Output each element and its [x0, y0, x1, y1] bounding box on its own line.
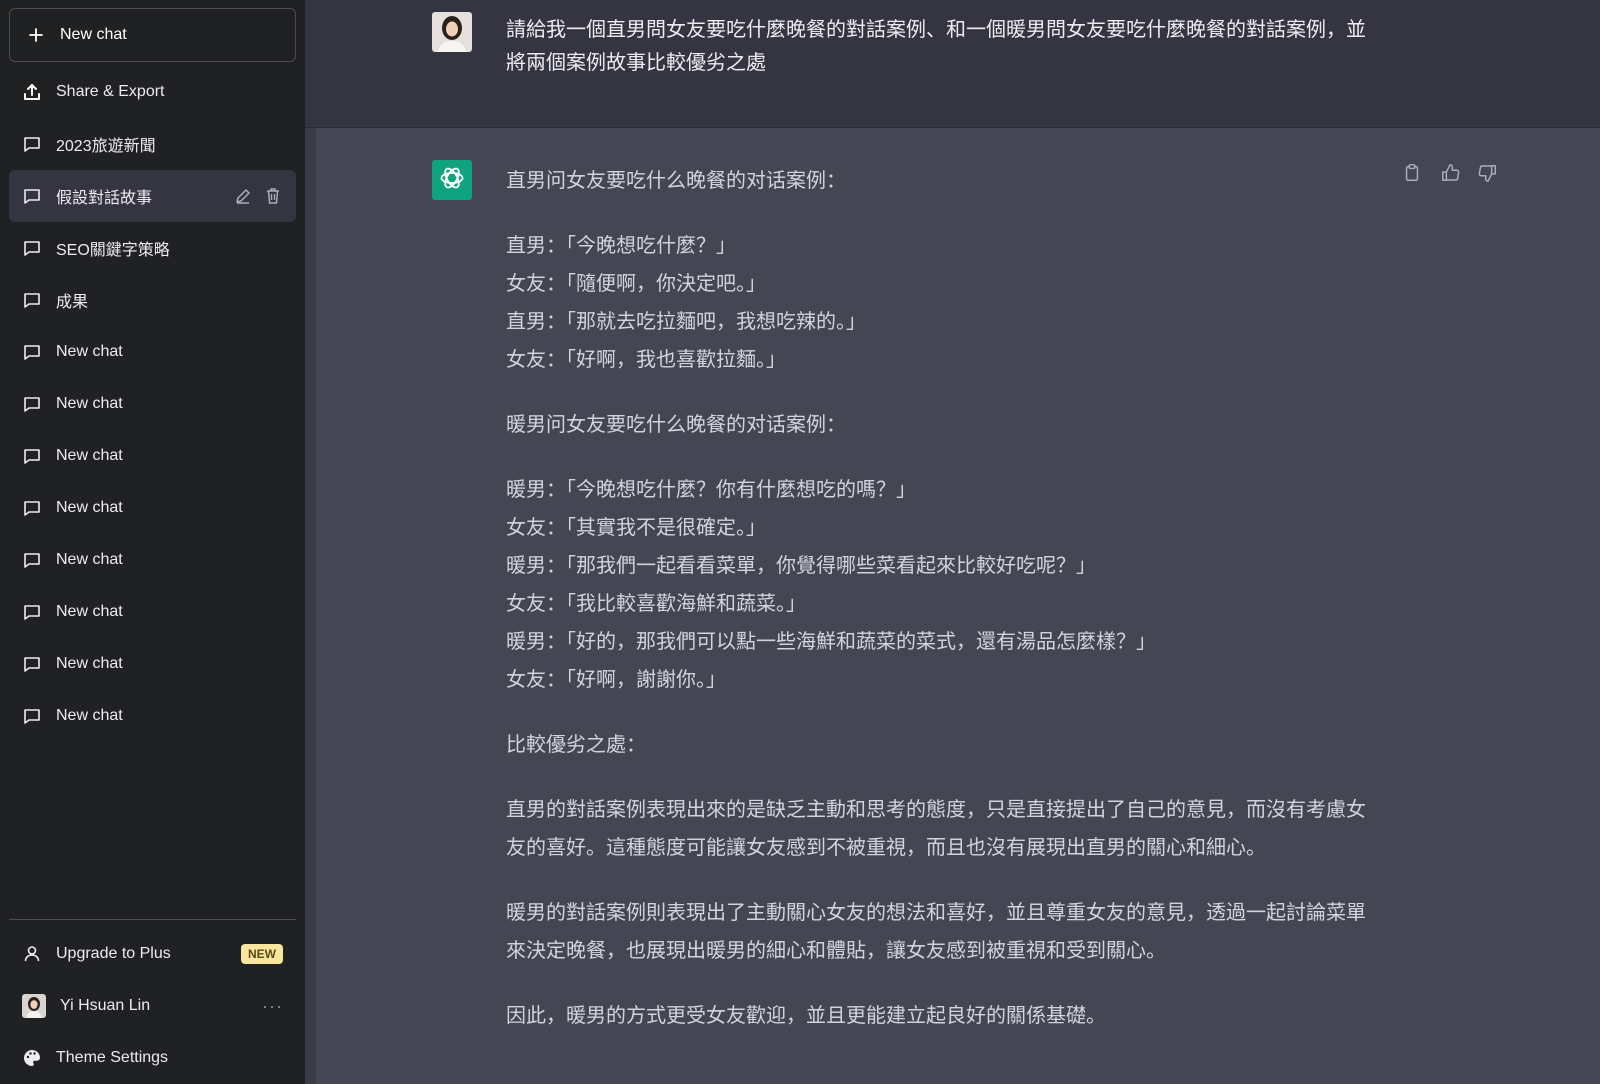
dialog-line: 暖男：「那我們一起看看菜單，你覺得哪些菜看起來比較好吃呢？」 [506, 555, 1096, 577]
sidebar-footer: Upgrade to Plus NEW Yi Hsuan Lin ··· The… [9, 919, 296, 1084]
chat-bubble-icon [22, 290, 42, 310]
sidebar-conversation-item[interactable]: New chat [9, 690, 296, 742]
heading-comparison: 比較優劣之處： [506, 734, 646, 756]
palette-icon [22, 1048, 42, 1068]
chat-bubble-icon [22, 654, 42, 674]
conversation-title: New chat [56, 395, 123, 412]
dialog-line: 女友：「其實我不是很確定。」 [506, 517, 766, 539]
thumbs-up-icon[interactable] [1440, 163, 1460, 183]
conversation-title: SEO關鍵字策略 [56, 242, 170, 259]
heading-straight-guy: 直男问女友要吃什么晚餐的对话案例： [506, 170, 846, 192]
more-icon[interactable]: ··· [262, 996, 283, 1017]
theme-settings-label: Theme Settings [56, 1049, 169, 1066]
chat-bubble-icon [22, 186, 42, 206]
assistant-message-text: 直男问女友要吃什么晚餐的对话案例： 直男：「今晚想吃什麼？」女友：「隨便啊，你決… [506, 162, 1376, 1035]
sidebar-conversation-item[interactable]: New chat [9, 482, 296, 534]
chat-bubble-icon [22, 602, 42, 622]
message-actions [1402, 163, 1498, 183]
chat-bubble-icon [22, 134, 42, 154]
sidebar-conversation-item[interactable]: 成果 [9, 274, 296, 326]
chat-bubble-icon [22, 394, 42, 414]
upgrade-label: Upgrade to Plus [56, 945, 171, 962]
conversation-list: 2023旅遊新聞 假設對話故事 SEO關鍵字策略 成果 New chat New chat… [9, 118, 296, 742]
new-chat-button[interactable]: New chat [9, 8, 296, 62]
new-badge: NEW [241, 944, 283, 964]
sidebar-conversation-item[interactable]: 2023旅遊新聞 [9, 118, 296, 170]
sidebar-conversation-item[interactable]: New chat [9, 638, 296, 690]
user-avatar-small [22, 994, 46, 1018]
sidebar-conversation-item[interactable]: SEO關鍵字策略 [9, 222, 296, 274]
chat-bubble-icon [22, 550, 42, 570]
sidebar-conversation-item[interactable]: New chat [9, 534, 296, 586]
conversation-title: New chat [56, 655, 123, 672]
comparison-paragraph-1: 直男的對話案例表現出來的是缺乏主動和思考的態度，只是直接提出了自己的意見，而沒有… [506, 799, 1366, 859]
conversation-title: New chat [56, 603, 123, 620]
user-message-text: 請給我一個直男問女友要吃什麼晚餐的對話案例、和一個暖男問女友要吃什麼晚餐的對話案… [506, 19, 1366, 74]
heading-warm-guy: 暖男问女友要吃什么晚餐的对话案例： [506, 414, 846, 436]
dialog-line: 女友：「好啊，謝謝你。」 [506, 669, 726, 691]
chat-bubble-icon [22, 706, 42, 726]
user-menu-button[interactable]: Yi Hsuan Lin ··· [9, 980, 296, 1032]
comparison-paragraph-2: 暖男的對話案例則表現出了主動關心女友的想法和喜好，並且尊重女友的意見，透過一起討… [506, 902, 1366, 962]
dialog-line: 女友：「我比較喜歡海鮮和蔬菜。」 [506, 593, 806, 615]
new-chat-label: New chat [60, 26, 127, 43]
sidebar-conversation-item[interactable]: 假設對話故事 [9, 170, 296, 222]
thumbs-down-icon[interactable] [1478, 163, 1498, 183]
share-export-label: Share & Export [56, 83, 165, 100]
conversation-actions [233, 186, 283, 206]
dialog-line: 女友：「隨便啊，你決定吧。」 [506, 273, 766, 295]
user-name: Yi Hsuan Lin [60, 997, 151, 1014]
sidebar-conversation-item[interactable]: New chat [9, 430, 296, 482]
assistant-avatar [432, 160, 472, 200]
chat-bubble-icon [22, 238, 42, 258]
openai-logo-icon [438, 164, 466, 197]
conversation-title: New chat [56, 343, 123, 360]
conversation-title: 2023旅遊新聞 [56, 138, 156, 155]
trash-icon[interactable] [263, 186, 283, 206]
conversation-title: New chat [56, 551, 123, 568]
upload-icon [22, 82, 42, 102]
share-export-button[interactable]: Share & Export [9, 66, 296, 118]
conversation-title: 成果 [56, 294, 89, 311]
chat-bubble-icon [22, 342, 42, 362]
user-avatar [432, 12, 472, 52]
dialog-line: 暖男：「好的，那我們可以點一些海鮮和蔬菜的菜式，還有湯品怎麼樣？」 [506, 631, 1156, 653]
conversation-title: New chat [56, 499, 123, 516]
theme-settings-button[interactable]: Theme Settings [9, 1032, 296, 1084]
dialog-line: 女友：「好啊，我也喜歡拉麵。」 [506, 349, 786, 371]
dialog-warm-guy: 暖男：「今晚想吃什麼？你有什麼想吃的嗎？」 女友：「其實我不是很確定。」暖男：「那… [506, 471, 1376, 699]
conclusion-paragraph: 因此，暖男的方式更受女友歡迎，並且更能建立起良好的關係基礎。 [506, 1005, 1106, 1027]
sidebar: New chat Share & Export 2023旅遊新聞 假設對話故事 SE… [0, 0, 305, 1084]
chat-bubble-icon [22, 498, 42, 518]
conversation-title: 假設對話故事 [56, 190, 153, 207]
dialog-line: 直男：「那就去吃拉麵吧，我想吃辣的。」 [506, 311, 866, 333]
plus-icon [26, 25, 46, 45]
dialog-line: 直男：「今晚想吃什麼？」 [506, 235, 736, 257]
user-icon [22, 944, 42, 964]
copy-icon[interactable] [1402, 163, 1422, 183]
sidebar-conversation-item[interactable]: New chat [9, 586, 296, 638]
dialog-line: 暖男：「今晚想吃什麼？你有什麼想吃的嗎？」 [506, 479, 916, 501]
scroll-gutter [305, 108, 316, 1084]
upgrade-to-plus-button[interactable]: Upgrade to Plus NEW [9, 928, 296, 980]
sidebar-conversation-item[interactable]: New chat [9, 326, 296, 378]
conversation-title: New chat [56, 707, 123, 724]
conversation-title: New chat [56, 447, 123, 464]
sidebar-conversation-item[interactable]: New chat [9, 378, 296, 430]
chat-bubble-icon [22, 446, 42, 466]
dialog-straight-guy: 直男：「今晚想吃什麼？」女友：「隨便啊，你決定吧。」直男：「那就去吃拉麵吧，我想… [506, 227, 1376, 379]
edit-icon[interactable] [233, 186, 253, 206]
